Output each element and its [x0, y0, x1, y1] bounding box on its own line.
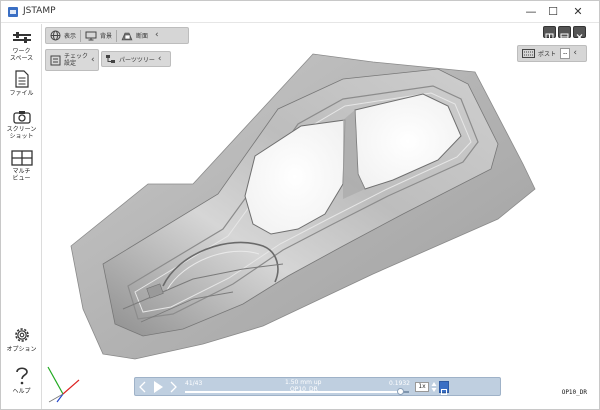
title-bar: JSTAMP — ☐ ✕ [1, 1, 599, 23]
sidebar-item-label: ワーク スペース [9, 48, 34, 62]
3d-viewport[interactable]: 表示 背景 断面 ‹ チェック 設定 ‹ パーツツリー ‹ ポスト -- ‹ 4… [43, 24, 599, 409]
sidebar-item-label: スクリーン ショット [6, 126, 37, 140]
section-icon [121, 32, 133, 40]
checklist-icon [50, 55, 61, 65]
app-icon [8, 7, 18, 17]
monitor-icon [85, 31, 97, 40]
sidebar-item-label: オプション [6, 346, 37, 353]
close-button[interactable]: ✕ [567, 3, 589, 21]
collapse-chevron-icon[interactable]: ‹ [570, 45, 580, 62]
display-button[interactable]: 表示 [46, 28, 80, 43]
timeline-slider-handle[interactable] [396, 388, 404, 395]
collapse-chevron-icon[interactable]: ‹ [155, 51, 165, 67]
help-icon [15, 367, 28, 385]
app-window: JSTAMP — ☐ ✕ ワーク スペース ファイル スクリーン ショット マル… [0, 0, 600, 410]
view-split-icon [545, 33, 554, 41]
view-toolbar: 表示 背景 断面 ‹ [45, 27, 189, 44]
check-settings-panel[interactable]: チェック 設定 ‹ [45, 49, 99, 71]
stamped-part-model [70, 53, 536, 360]
sidebar-item-options[interactable]: オプション [1, 326, 42, 353]
section-button[interactable]: 断面 [117, 28, 152, 43]
globe-icon [50, 30, 61, 41]
play-icon[interactable] [152, 380, 164, 394]
minimize-button[interactable]: — [520, 3, 542, 21]
sidebar-item-label: ファイル [9, 90, 34, 97]
time-value: 0.1932 [389, 380, 410, 387]
section-label: 断面 [136, 33, 149, 40]
sidebar-item-label: マルチ ビュー [12, 168, 31, 182]
post-toolbar: ポスト -- ‹ [517, 45, 587, 62]
gear-icon [14, 328, 29, 342]
loop-icon [441, 389, 447, 395]
speed-stepper-icon[interactable] [431, 381, 437, 393]
camera-icon [12, 111, 31, 124]
background-label: 背景 [100, 33, 113, 40]
check-settings-label: チェック 設定 [64, 53, 89, 67]
speed-select[interactable]: 1x [415, 382, 429, 392]
collapse-chevron-icon[interactable]: ‹ [88, 49, 98, 71]
keyboard-icon [522, 49, 535, 58]
loop-toggle[interactable] [439, 381, 449, 395]
close-icon [576, 34, 583, 40]
view-quad-button[interactable] [558, 26, 571, 41]
post-value-field[interactable]: -- [560, 48, 571, 59]
part-tree-panel[interactable]: パーツツリー ‹ [101, 51, 171, 67]
tree-icon [106, 55, 115, 63]
playback-bar: 41/43 1.50 mm up OP10_DR 0.1932 1x [134, 377, 501, 396]
sidebar-item-label: ヘルプ [12, 388, 31, 395]
post-button[interactable]: ポスト [518, 46, 560, 61]
sidebar-item-help[interactable]: ヘルプ [1, 366, 42, 395]
multiview-icon [10, 150, 33, 166]
sidebar-item-workspace[interactable]: ワーク スペース [1, 32, 42, 62]
view-close-button[interactable] [573, 26, 586, 40]
display-label: 表示 [64, 33, 77, 40]
workspace-icon [12, 32, 31, 43]
axis-triad-icon [47, 366, 80, 403]
sidebar-item-multiview[interactable]: マルチ ビュー [1, 150, 42, 182]
operation-label: OP10_DR [561, 389, 587, 396]
timeline-progress-fill [185, 391, 401, 393]
post-label: ポスト [538, 51, 557, 58]
frame-counter: 41/43 [185, 380, 203, 387]
sidebar-item-file[interactable]: ファイル [1, 70, 42, 97]
maximize-button[interactable]: ☐ [542, 3, 564, 21]
view-grid-icon [560, 33, 569, 41]
step-forward-icon[interactable] [168, 381, 178, 393]
step-back-icon[interactable] [138, 381, 148, 393]
file-icon [14, 70, 29, 88]
view-single-button[interactable] [543, 26, 556, 41]
collapse-chevron-icon[interactable]: ‹ [152, 27, 162, 44]
part-tree-label: パーツツリー [119, 56, 155, 64]
background-button[interactable]: 背景 [81, 28, 116, 43]
app-title: JSTAMP [23, 6, 56, 16]
timeline-slider[interactable] [185, 391, 409, 393]
stroke-text: 1.50 mm up [285, 379, 322, 386]
sidebar: ワーク スペース ファイル スクリーン ショット マルチ ビュー オプション ヘ… [1, 24, 42, 409]
sidebar-item-screenshot[interactable]: スクリーン ショット [1, 110, 42, 140]
